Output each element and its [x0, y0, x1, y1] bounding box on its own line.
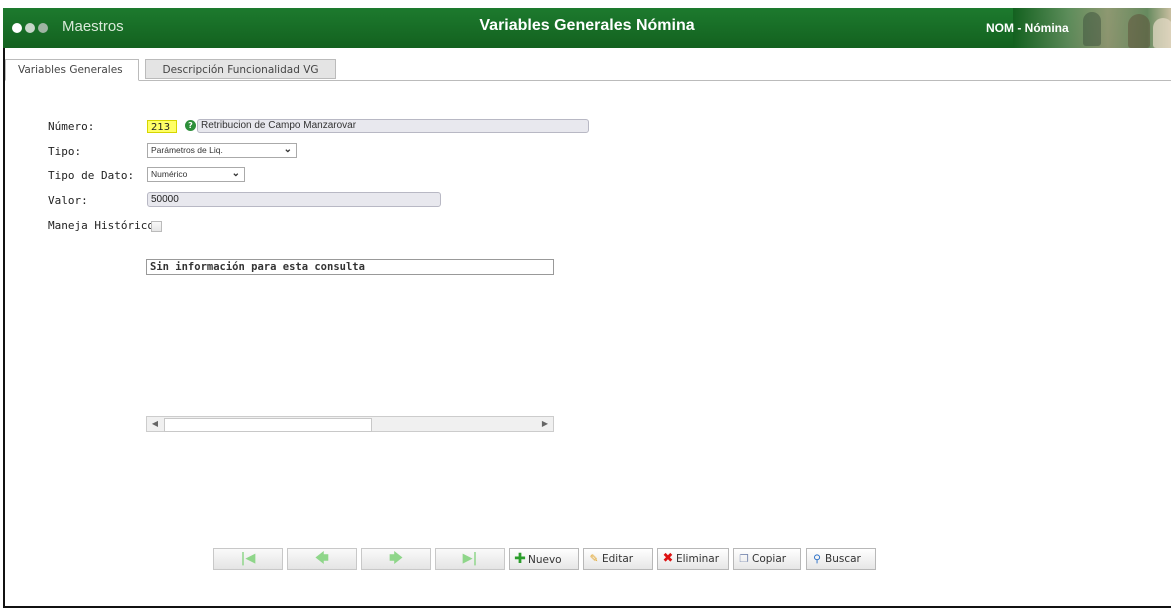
copiar-label: Copiar [752, 553, 787, 565]
nuevo-button[interactable]: ✚ Nuevo [509, 548, 579, 570]
horizontal-scrollbar[interactable]: ◀ ▶ [146, 416, 554, 432]
numero-label: Número: [48, 120, 95, 133]
tab-descripcion-funcionalidad[interactable]: Descripción Funcionalidad VG [145, 59, 336, 79]
pencil-icon: ✎ [589, 553, 599, 565]
info-icon[interactable]: ? [185, 120, 196, 131]
module-badge: NOM - Nómina [986, 21, 1069, 35]
plus-icon: ✚ [514, 551, 526, 567]
copiar-button[interactable]: ❐ Copiar [733, 548, 801, 570]
grid-empty-message: Sin información para esta consulta [146, 259, 554, 275]
app-header: Maestros Variables Generales Nómina NOM … [3, 8, 1171, 48]
tab-bar: Variables Generales Descripción Funciona… [5, 58, 1171, 81]
valor-label: Valor: [48, 194, 88, 207]
tab-variables-generales[interactable]: Variables Generales [5, 59, 139, 81]
tipo-label: Tipo: [48, 145, 82, 158]
tipo-dato-select-value: Numérico [151, 169, 188, 179]
eliminar-button[interactable]: ✖ Eliminar [657, 548, 729, 570]
copy-icon: ❐ [739, 553, 749, 565]
scroll-left-icon[interactable]: ◀ [147, 417, 163, 431]
tipo-dato-label: Tipo de Dato: [48, 169, 135, 182]
editar-label: Editar [602, 553, 634, 565]
eliminar-label: Eliminar [676, 553, 720, 565]
nuevo-label: Nuevo [528, 554, 562, 566]
valor-field[interactable]: 50000 [147, 192, 441, 207]
buscar-label: Buscar [825, 553, 861, 565]
next-record-button[interactable]: 🡆 [361, 548, 431, 570]
description-field[interactable]: Retribucion de Campo Manzarovar [197, 119, 589, 133]
previous-record-button[interactable]: 🡄 [287, 548, 357, 570]
buscar-button[interactable]: ⚲ Buscar [806, 548, 876, 570]
last-icon: ▶| [462, 551, 478, 566]
first-icon: |◀ [240, 551, 256, 566]
window-frame [3, 8, 1171, 608]
first-record-button[interactable]: |◀ [213, 548, 283, 570]
tipo-select[interactable]: Parámetros de Liq. ⌄ [147, 143, 297, 158]
search-icon: ⚲ [813, 553, 821, 565]
numero-field[interactable]: 213 [147, 120, 177, 133]
maneja-historico-checkbox[interactable] [151, 221, 162, 232]
delete-icon: ✖ [662, 551, 674, 566]
arrow-right-icon: 🡆 [389, 551, 403, 566]
scrollbar-thumb[interactable] [164, 418, 372, 432]
last-record-button[interactable]: ▶| [435, 548, 505, 570]
scroll-right-icon[interactable]: ▶ [537, 417, 553, 431]
editar-button[interactable]: ✎ Editar [583, 548, 653, 570]
chevron-down-icon: ⌄ [231, 168, 240, 179]
arrow-left-icon: 🡄 [315, 551, 329, 566]
maneja-historico-label: Maneja Histórico: [48, 219, 161, 232]
chevron-down-icon: ⌄ [283, 144, 292, 155]
tipo-dato-select[interactable]: Numérico ⌄ [147, 167, 245, 182]
tipo-select-value: Parámetros de Liq. [151, 145, 223, 155]
